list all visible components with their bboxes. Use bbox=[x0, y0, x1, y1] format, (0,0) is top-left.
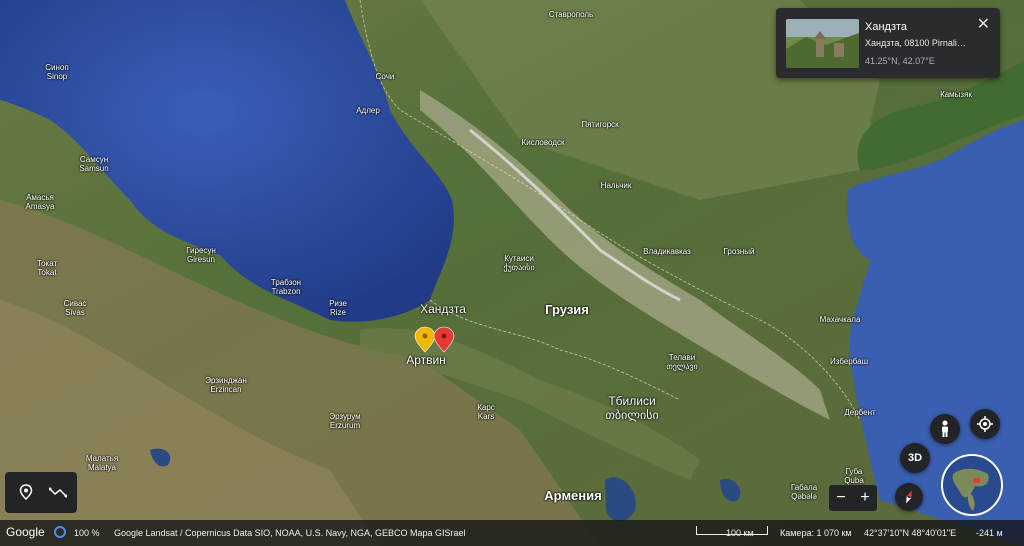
zoom-in-button[interactable]: + bbox=[860, 489, 869, 507]
place-label: Сочи bbox=[375, 72, 395, 81]
khandzta-label: Хандзта bbox=[420, 302, 466, 316]
location-pin-icon[interactable] bbox=[19, 484, 33, 500]
place-label: Амасья Amasya bbox=[25, 193, 55, 211]
zoom-out-button[interactable]: − bbox=[836, 489, 845, 507]
place-label: Трабзон Trabzon bbox=[270, 278, 302, 296]
place-label: Сивас Sivas bbox=[63, 299, 87, 317]
place-label: Самсун Samsun bbox=[79, 155, 109, 173]
armenia-label: Армения bbox=[544, 488, 602, 503]
place-label: Токат Tokat bbox=[36, 259, 58, 277]
status-bar: Google 100 % Google Landsat / Copernicus… bbox=[0, 520, 1024, 546]
place-label: Телави თელავი bbox=[666, 353, 698, 371]
globe-minimap[interactable] bbox=[941, 454, 1003, 516]
place-label: Пятигорск bbox=[581, 120, 619, 129]
scale-label: 100 км bbox=[726, 528, 754, 538]
place-label: Габала Qəbələ bbox=[790, 483, 818, 501]
georgia-label: Грузия bbox=[545, 302, 589, 317]
place-thumbnail[interactable] bbox=[786, 19, 859, 68]
compass-button[interactable] bbox=[895, 483, 923, 511]
place-address: Хандзта, 08100 Pirnali… bbox=[865, 38, 966, 48]
place-label: Кисловодск bbox=[521, 138, 565, 147]
place-label: Ставрополь bbox=[548, 10, 594, 19]
place-label: Кутаиси ქუთაისი bbox=[503, 254, 535, 272]
camera-altitude: Камера: 1 070 км bbox=[780, 528, 852, 538]
place-label: Синоп Sinop bbox=[45, 63, 69, 81]
place-label: Карс Kars bbox=[477, 403, 495, 421]
place-label: Губа Quba bbox=[844, 467, 864, 485]
place-label: Малатья Malatya bbox=[85, 454, 119, 472]
google-logo: Google bbox=[6, 525, 45, 539]
pegman-icon bbox=[942, 420, 948, 437]
place-info-card[interactable]: Хандзта Хандзта, 08100 Pirnali… 41.25°N,… bbox=[776, 8, 1000, 78]
place-title: Хандзта bbox=[865, 21, 908, 33]
my-location-button[interactable] bbox=[970, 409, 1000, 439]
place-label: Махачкала bbox=[819, 315, 861, 324]
place-label: Избербаш bbox=[830, 357, 868, 366]
target-icon bbox=[977, 416, 993, 432]
place-label: Адлер bbox=[356, 106, 380, 115]
loading-ring-icon bbox=[54, 526, 66, 538]
place-label: Ризе Rize bbox=[329, 299, 347, 317]
tbilisi-geo-label: თბილისი bbox=[605, 408, 659, 422]
compass-icon bbox=[906, 490, 912, 504]
elevation: -241 м bbox=[976, 528, 1003, 538]
cursor-coordinates: 42°37'10"N 48°40'01"E bbox=[864, 528, 957, 538]
artvin-label: Артвин bbox=[406, 353, 446, 367]
place-label: Владикавказ bbox=[643, 247, 691, 256]
place-label: Камызяк bbox=[940, 90, 972, 99]
zoom-level: 100 % bbox=[74, 528, 100, 538]
map-tools-panel bbox=[5, 472, 77, 513]
place-label: Эрзинджан Erzincan bbox=[205, 376, 247, 394]
close-icon[interactable]: ✕ bbox=[977, 14, 990, 34]
place-label: Эрзурум Erzurum bbox=[329, 412, 361, 430]
place-label: Грозный bbox=[723, 247, 755, 256]
satellite-map[interactable] bbox=[0, 0, 1024, 546]
toggle-3d-button[interactable]: 3D bbox=[900, 443, 930, 473]
place-label: Гиресун Giresun bbox=[186, 246, 216, 264]
zoom-controls: − + bbox=[829, 485, 877, 511]
place-coordinates: 41.25°N, 42.07°E bbox=[865, 56, 935, 66]
attribution-text: Google Landsat / Copernicus Data SIO, NO… bbox=[114, 528, 466, 538]
place-label: Нальчик bbox=[600, 181, 632, 190]
place-label: Дербент bbox=[844, 408, 876, 417]
street-view-button[interactable] bbox=[930, 414, 960, 444]
measure-path-icon[interactable] bbox=[49, 486, 67, 498]
tbilisi-label: Тбилиси bbox=[608, 394, 656, 408]
globe-icon bbox=[943, 456, 1001, 514]
